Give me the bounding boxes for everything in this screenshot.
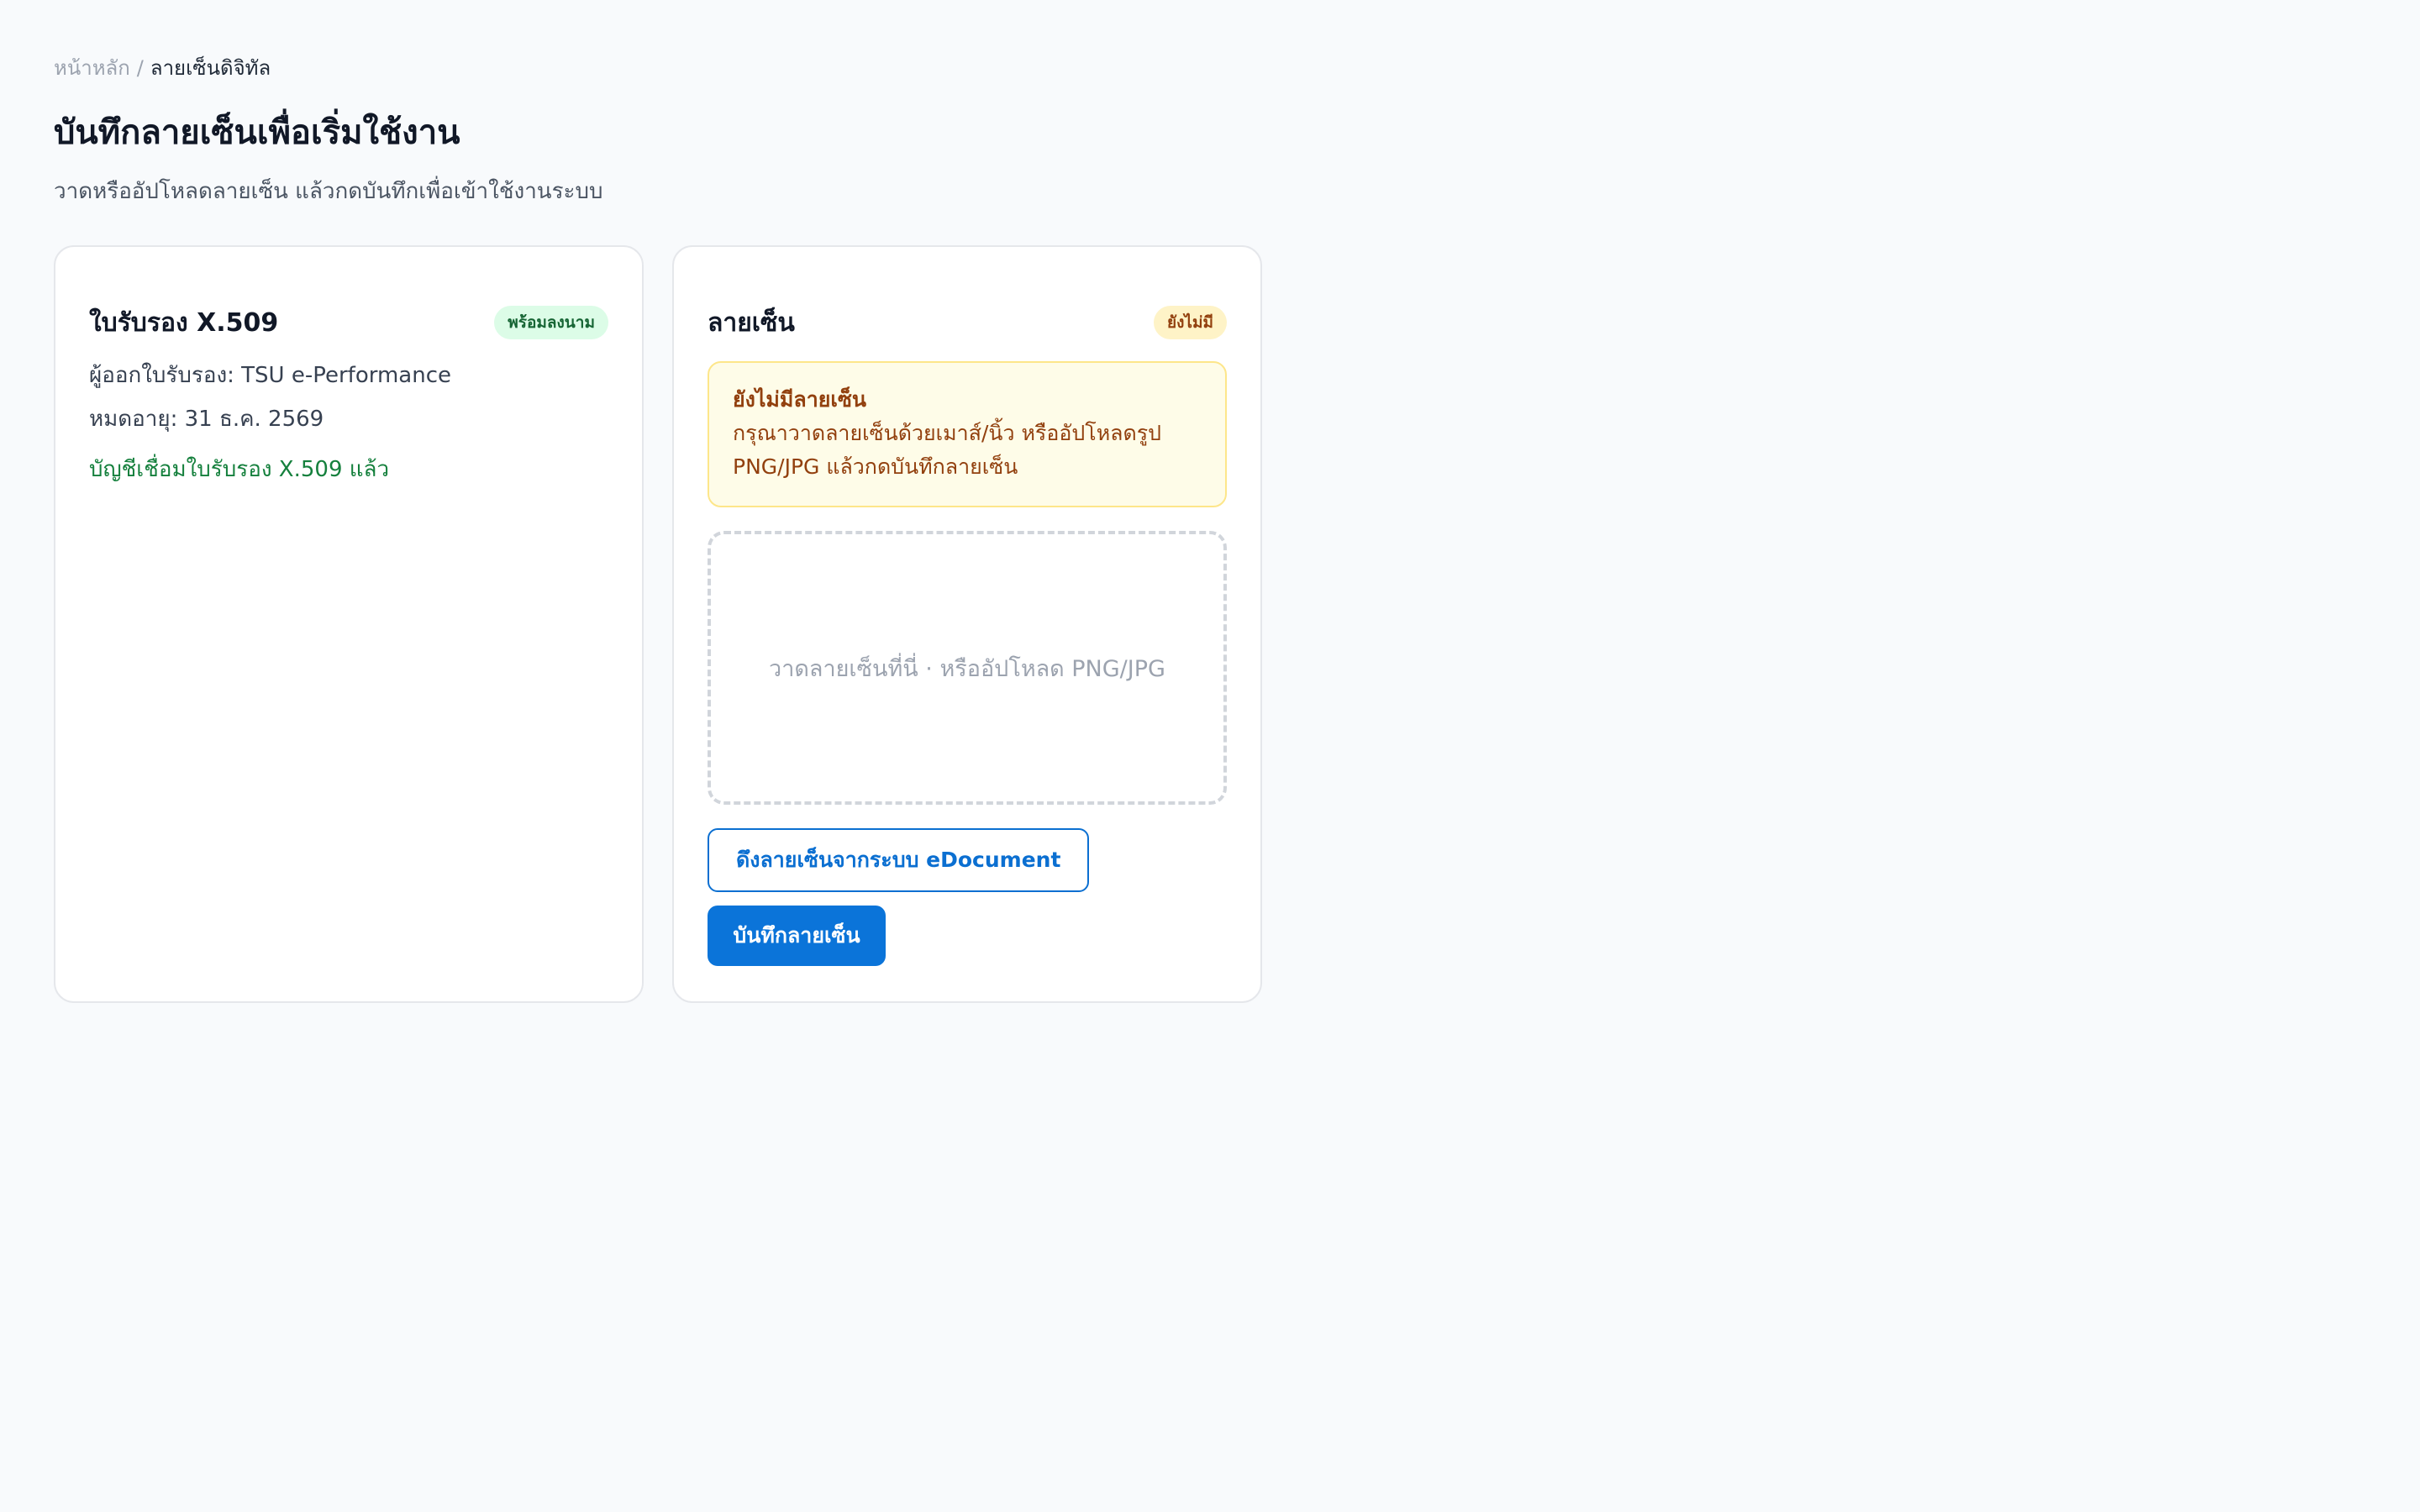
page-subtitle: วาดหรืออัปโหลดลายเซ็น แล้วกดบันทึกเพื่อเ… (54, 179, 603, 204)
certificate-expiry: หมดอายุ: 31 ธ.ค. 2569 (89, 407, 324, 432)
breadcrumb-separator: / (136, 56, 144, 80)
certificate-linked-status: บัญชีเชื่อมใบรับรอง X.509 แล้ว (89, 457, 390, 482)
certificate-card-header: ใบรับรอง X.509 พร้อมลงนาม (89, 304, 608, 341)
alert-body: กรุณาวาดลายเซ็นด้วยเมาส์/นิ้ว หรืออัปโหล… (733, 421, 1162, 479)
fetch-edocument-signature-button[interactable]: ดึงลายเซ็นจากระบบ eDocument (708, 828, 1090, 892)
dropzone-hint: วาดลายเซ็นที่นี่ · หรืออัปโหลด PNG/JPG (769, 655, 1165, 682)
signature-drawing-area[interactable]: วาดลายเซ็นที่นี่ · หรืออัปโหลด PNG/JPG (708, 531, 1227, 805)
certificate-card-title: ใบรับรอง X.509 (89, 307, 279, 338)
no-signature-alert: ยังไม่มีลายเซ็น กรุณาวาดลายเซ็นด้วยเมาส์… (708, 361, 1227, 507)
cards-row: ใบรับรอง X.509 พร้อมลงนาม ผู้ออกใบรับรอง… (54, 245, 1262, 1003)
certificate-card: ใบรับรอง X.509 พร้อมลงนาม ผู้ออกใบรับรอง… (54, 245, 644, 1003)
page-content: หน้าหลัก / ลายเซ็นดิจิทัล บันทึกลายเซ็นเพื… (54, 54, 1264, 1003)
breadcrumb-home[interactable]: หน้าหลัก (54, 56, 130, 80)
signature-card-header: ลายเซ็น ยังไม่มี (708, 304, 1227, 341)
breadcrumb: หน้าหลัก / ลายเซ็นดิจิทัล (54, 54, 1264, 82)
certificate-issuer: ผู้ออกใบรับรอง: TSU e-Performance (89, 363, 451, 388)
breadcrumb-current: ลายเซ็นดิจิทัล (150, 56, 271, 80)
alert-title: ยังไม่มีลายเซ็น (733, 387, 866, 412)
page-title: บันทึกลายเซ็นเพื่อเริ่มใช้งาน (54, 113, 460, 152)
signature-card: ลายเซ็น ยังไม่มี ยังไม่มีลายเซ็น กรุณาวา… (672, 245, 1262, 1003)
signature-card-title: ลายเซ็น (708, 307, 795, 338)
save-signature-button[interactable]: บันทึกลายเซ็น (708, 906, 886, 966)
signature-status-badge: ยังไม่มี (1153, 306, 1227, 339)
certificate-status-badge: พร้อมลงนาม (494, 306, 608, 339)
